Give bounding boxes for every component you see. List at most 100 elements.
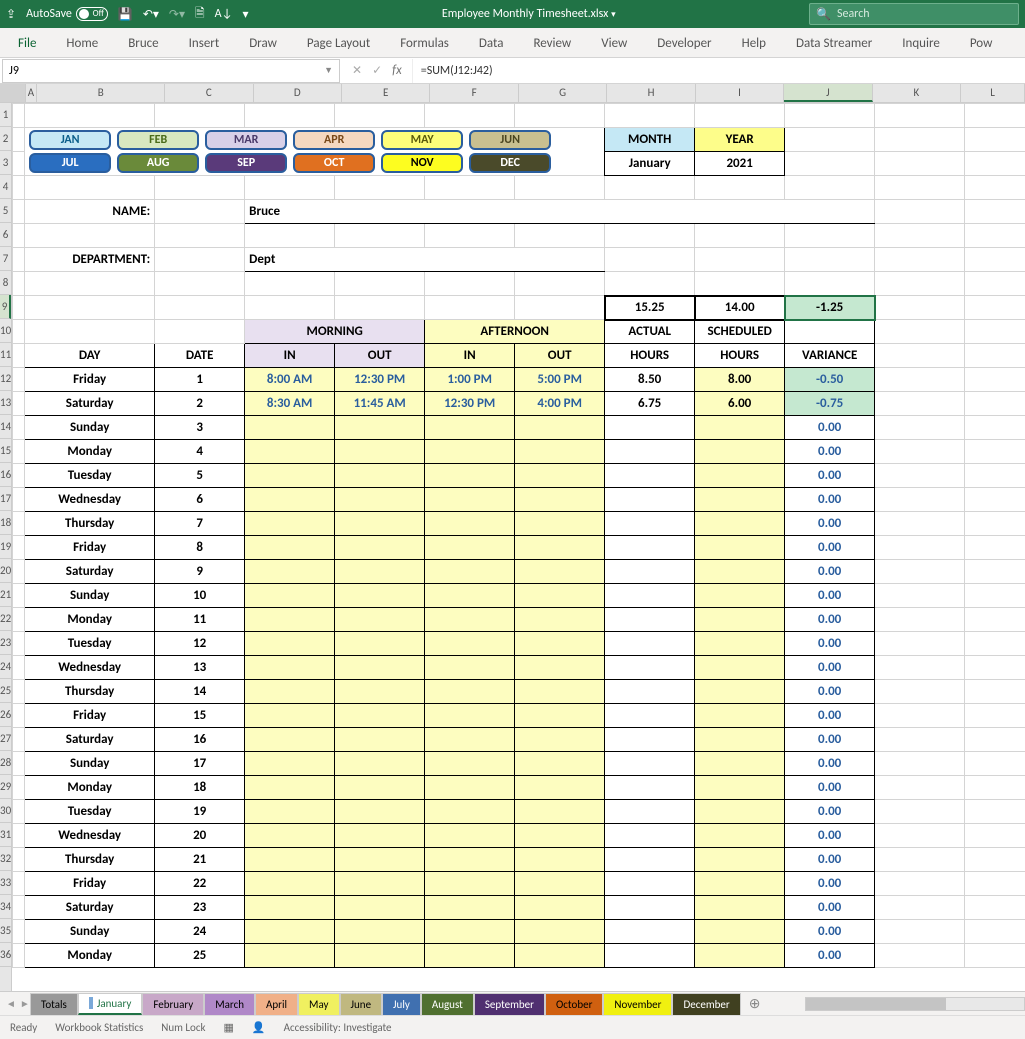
col-header-A[interactable]: A — [26, 84, 38, 102]
cell-morning-in[interactable] — [245, 488, 335, 512]
cell-morning-out[interactable] — [335, 824, 425, 848]
sheet-tab-totals[interactable]: Totals — [30, 993, 78, 1015]
cell-day[interactable]: Wednesday — [25, 656, 155, 680]
cell-scheduled[interactable] — [695, 944, 785, 968]
cell-afternoon-in[interactable] — [425, 800, 515, 824]
cell-morning-in[interactable] — [245, 536, 335, 560]
col-header-E[interactable]: E — [342, 84, 430, 102]
sheet-tab-july[interactable]: July — [382, 993, 421, 1015]
cell-variance[interactable]: 0.00 — [785, 656, 875, 680]
row-header-33[interactable]: 33 — [0, 871, 11, 895]
cell-scheduled[interactable] — [695, 632, 785, 656]
sheet-tab-january[interactable]: January — [78, 993, 142, 1015]
cell-day[interactable]: Monday — [25, 440, 155, 464]
cell-morning-out[interactable] — [335, 440, 425, 464]
cell-date[interactable]: 4 — [155, 440, 245, 464]
cell-scheduled[interactable]: 8.00 — [695, 368, 785, 392]
cell-morning-out[interactable] — [335, 944, 425, 968]
cell-date[interactable]: 1 — [155, 368, 245, 392]
row-header-1[interactable]: 1 — [0, 103, 11, 127]
row-header-26[interactable]: 26 — [0, 703, 11, 727]
row-headers[interactable]: 1234567891011121314151617181920212223242… — [0, 103, 12, 991]
cell-scheduled[interactable] — [695, 416, 785, 440]
cell-actual[interactable] — [605, 680, 695, 704]
ribbon-tab-view[interactable]: View — [591, 30, 637, 57]
cell-afternoon-in[interactable] — [425, 776, 515, 800]
next-sheet-icon[interactable]: ► — [20, 997, 30, 1010]
row-header-30[interactable]: 30 — [0, 799, 11, 823]
row-header-3[interactable]: 3 — [0, 151, 11, 175]
row-header-35[interactable]: 35 — [0, 919, 11, 943]
cell-morning-out[interactable] — [335, 896, 425, 920]
cell-date[interactable]: 16 — [155, 728, 245, 752]
cell-afternoon-in[interactable] — [425, 440, 515, 464]
cell-day[interactable]: Monday — [25, 776, 155, 800]
cell-morning-out[interactable] — [335, 680, 425, 704]
row-header-5[interactable]: 5 — [0, 199, 11, 223]
month-btn-jul[interactable]: JUL — [29, 153, 111, 173]
ribbon-tab-bruce[interactable]: Bruce — [118, 30, 168, 57]
cell-date[interactable]: 18 — [155, 776, 245, 800]
cell-variance[interactable]: 0.00 — [785, 752, 875, 776]
cell-afternoon-out[interactable] — [515, 800, 605, 824]
cell-afternoon-out[interactable] — [515, 608, 605, 632]
row-header-13[interactable]: 13 — [0, 391, 11, 415]
cell-day[interactable]: Sunday — [25, 920, 155, 944]
department-value[interactable]: Dept — [245, 248, 605, 272]
cell-actual[interactable] — [605, 608, 695, 632]
cell-scheduled[interactable] — [695, 512, 785, 536]
cell-afternoon-out[interactable] — [515, 632, 605, 656]
cell-date[interactable]: 25 — [155, 944, 245, 968]
ribbon-tab-file[interactable]: File — [8, 30, 46, 57]
cell-date[interactable]: 6 — [155, 488, 245, 512]
cell-date[interactable]: 12 — [155, 632, 245, 656]
cell-afternoon-out[interactable] — [515, 728, 605, 752]
cell-afternoon-in[interactable] — [425, 872, 515, 896]
cell-scheduled[interactable] — [695, 560, 785, 584]
cell-scheduled[interactable] — [695, 536, 785, 560]
cell-date[interactable]: 22 — [155, 872, 245, 896]
cell-variance[interactable]: -0.75 — [785, 392, 875, 416]
cell-afternoon-out[interactable] — [515, 680, 605, 704]
cell-morning-in[interactable] — [245, 824, 335, 848]
sheet-tab-november[interactable]: November — [603, 993, 672, 1015]
month-btn-jan[interactable]: JAN — [29, 130, 111, 150]
month-btn-feb[interactable]: FEB — [117, 130, 199, 150]
cell-scheduled[interactable] — [695, 872, 785, 896]
cell-actual[interactable] — [605, 632, 695, 656]
cell-afternoon-in[interactable] — [425, 608, 515, 632]
cell-morning-out[interactable] — [335, 584, 425, 608]
cell-morning-out[interactable]: 12:30 PM — [335, 368, 425, 392]
cell-variance[interactable]: 0.00 — [785, 488, 875, 512]
cell-date[interactable]: 17 — [155, 752, 245, 776]
month-value[interactable]: January — [605, 152, 695, 176]
ribbon-tab-draw[interactable]: Draw — [239, 30, 287, 57]
cell-morning-out[interactable] — [335, 536, 425, 560]
row-header-14[interactable]: 14 — [0, 415, 11, 439]
ribbon-tab-help[interactable]: Help — [732, 30, 776, 57]
cell-day[interactable]: Monday — [25, 944, 155, 968]
ribbon-tab-pow[interactable]: Pow — [960, 30, 1003, 57]
cell-actual[interactable] — [605, 416, 695, 440]
cell-variance[interactable]: 0.00 — [785, 776, 875, 800]
cell-morning-in[interactable] — [245, 632, 335, 656]
chevron-down-icon[interactable]: ▼ — [324, 65, 333, 76]
formula-input[interactable]: =SUM(J12:J42) — [413, 64, 1025, 78]
cell-afternoon-in[interactable] — [425, 896, 515, 920]
cell-afternoon-out[interactable] — [515, 416, 605, 440]
cell-afternoon-in[interactable] — [425, 752, 515, 776]
cell-morning-out[interactable] — [335, 464, 425, 488]
cell-morning-out[interactable] — [335, 920, 425, 944]
cell-variance[interactable]: 0.00 — [785, 848, 875, 872]
cell-day[interactable]: Wednesday — [25, 824, 155, 848]
cell-afternoon-out[interactable] — [515, 920, 605, 944]
month-btn-sep[interactable]: SEP — [205, 153, 287, 173]
cell-actual[interactable] — [605, 440, 695, 464]
cell-morning-out[interactable] — [335, 848, 425, 872]
cell-scheduled[interactable]: 6.00 — [695, 392, 785, 416]
cell-variance[interactable]: 0.00 — [785, 632, 875, 656]
row-header-11[interactable]: 11 — [0, 343, 11, 367]
cell-actual[interactable] — [605, 752, 695, 776]
month-btn-dec[interactable]: DEC — [469, 153, 551, 173]
cell-afternoon-in[interactable] — [425, 680, 515, 704]
